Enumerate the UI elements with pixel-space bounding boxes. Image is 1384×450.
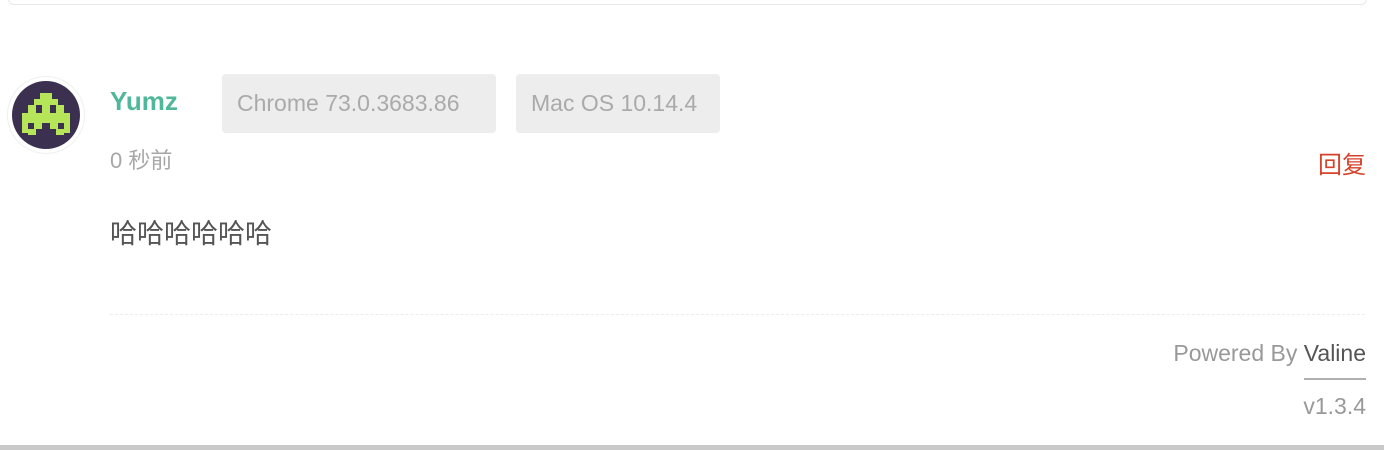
comment-content: 哈哈哈哈哈哈 xyxy=(110,219,272,249)
bottom-border xyxy=(0,445,1384,450)
comment-divider xyxy=(110,314,1365,315)
valine-link[interactable]: Valine xyxy=(1303,340,1366,380)
powered-by: Powered By Valine xyxy=(1173,340,1366,380)
browser-badge: Chrome 73.0.3683.86 xyxy=(222,74,496,133)
author-name-link[interactable]: Yumz xyxy=(110,86,178,117)
avatar xyxy=(8,77,84,153)
powered-by-label: Powered By xyxy=(1173,340,1298,366)
version-label: v1.3.4 xyxy=(1303,393,1366,419)
comment-editor-box xyxy=(8,0,1367,5)
comment-section: Yumz Chrome 73.0.3683.86 Mac OS 10.14.4 … xyxy=(0,0,1384,450)
space-invader-icon xyxy=(12,81,80,149)
reply-button[interactable]: 回复 xyxy=(1318,145,1366,180)
comment-time: 0 秒前 xyxy=(110,148,173,173)
os-badge: Mac OS 10.14.4 xyxy=(516,74,720,133)
